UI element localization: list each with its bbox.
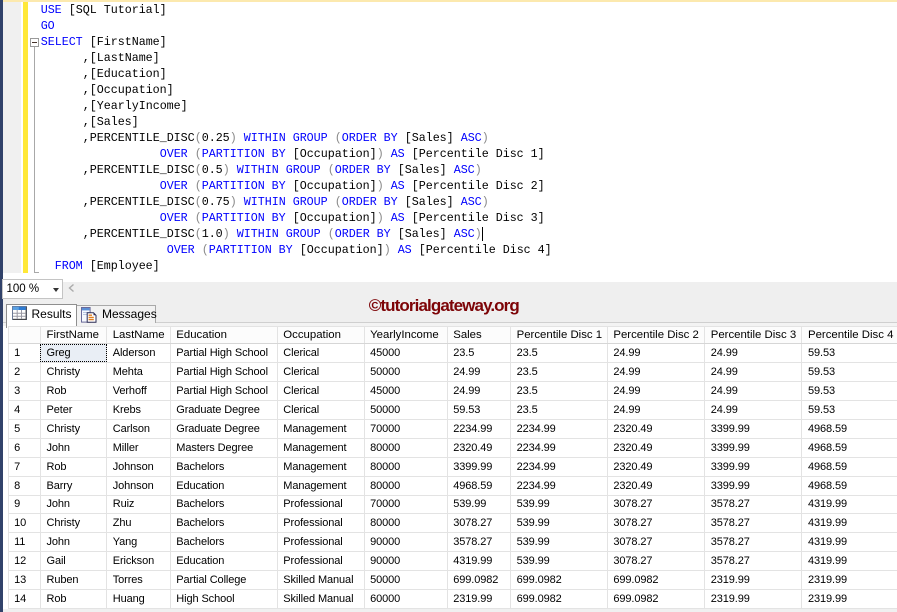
svg-text:OVER(PARTITION BY[Occupation]): OVER(PARTITION BY[Occupation])AS[Percent… <box>167 243 552 257</box>
svg-text:OVER(PARTITION BY[Occupation]): OVER(PARTITION BY[Occupation])AS[Percent… <box>160 211 545 225</box>
svg-text:OVER(PARTITION BY[Occupation]): OVER(PARTITION BY[Occupation])AS[Percent… <box>160 147 545 161</box>
svg-text:,[Sales]: ,[Sales] <box>83 115 139 129</box>
svg-text:,PERCENTILE_DISC(0.25)WITHIN G: ,PERCENTILE_DISC(0.25)WITHIN GROUP(ORDER… <box>83 131 489 145</box>
svg-text:,PERCENTILE_DISC(1.0)WITHIN GR: ,PERCENTILE_DISC(1.0)WITHIN GROUP(ORDER … <box>83 227 482 241</box>
svg-text:SELECT[FirstName]: SELECT[FirstName] <box>41 35 167 49</box>
svg-text:FROM[Employee]: FROM[Employee] <box>55 259 160 273</box>
svg-text:,PERCENTILE_DISC(0.5)WITHIN GR: ,PERCENTILE_DISC(0.5)WITHIN GROUP(ORDER … <box>83 163 482 177</box>
svg-text:,[LastName]: ,[LastName] <box>83 51 160 65</box>
svg-text:,[Education]: ,[Education] <box>83 67 167 81</box>
svg-text:,PERCENTILE_DISC(0.75)WITHIN G: ,PERCENTILE_DISC(0.75)WITHIN GROUP(ORDER… <box>83 195 489 209</box>
svg-text:,[YearlyIncome]: ,[YearlyIncome] <box>83 99 188 113</box>
svg-text:GO: GO <box>41 19 55 33</box>
svg-text:OVER(PARTITION BY[Occupation]): OVER(PARTITION BY[Occupation])AS[Percent… <box>160 179 545 193</box>
svg-text:,[Occupation]: ,[Occupation] <box>83 83 174 97</box>
svg-text:USE[SQL Tutorial]: USE[SQL Tutorial] <box>41 3 167 17</box>
